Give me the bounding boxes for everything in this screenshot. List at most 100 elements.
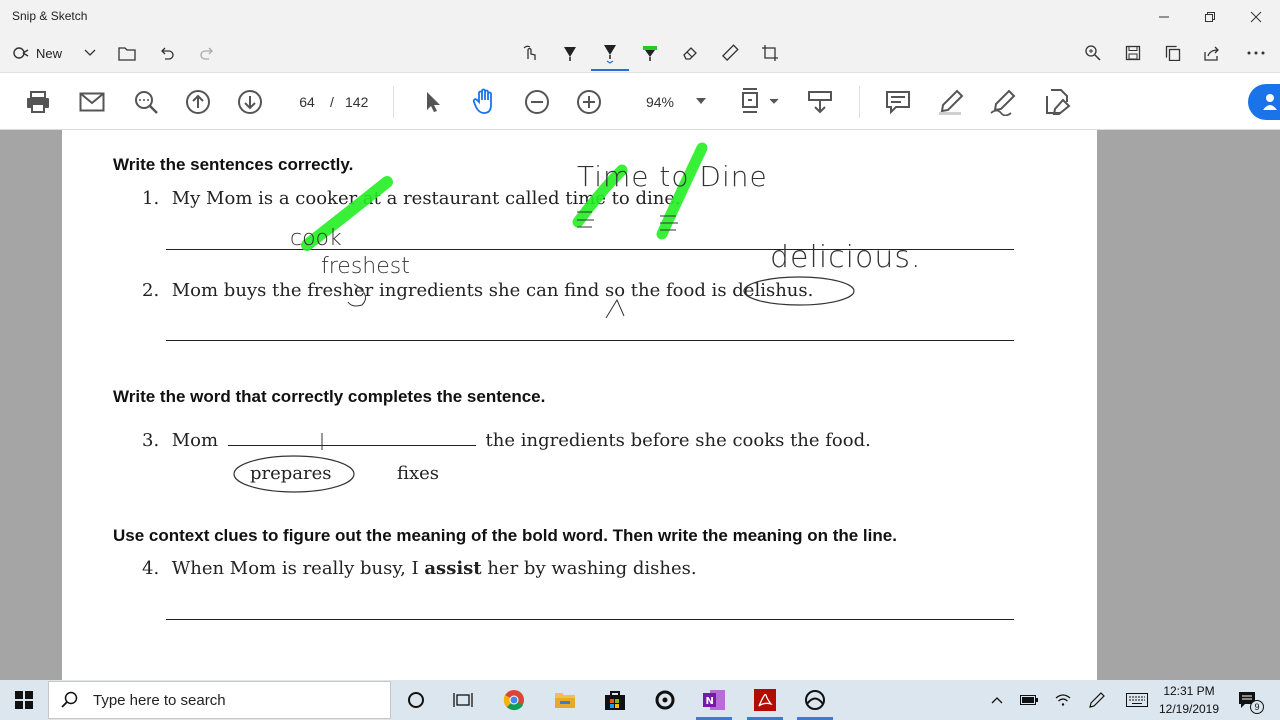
cursor-arrow-icon <box>427 92 440 112</box>
fit-page-button[interactable] <box>740 86 780 118</box>
find-button[interactable] <box>130 86 162 118</box>
taskbar-onenote[interactable]: N <box>694 684 734 716</box>
app-title: Snip & Sketch <box>12 9 88 23</box>
restore-icon <box>1205 11 1215 22</box>
copy-button[interactable] <box>1161 37 1185 69</box>
zoom-button[interactable] <box>1081 37 1105 69</box>
task-view-icon <box>453 693 473 707</box>
search-icon <box>135 91 158 114</box>
folder-icon <box>118 47 136 61</box>
zoom-out-button[interactable] <box>521 86 553 118</box>
account-button[interactable] <box>1248 84 1280 120</box>
crop-button[interactable] <box>758 37 782 69</box>
minimize-icon <box>1159 16 1169 17</box>
new-dropdown-button[interactable] <box>80 37 100 69</box>
keyboard-icon <box>1126 693 1148 707</box>
highlighter-button[interactable] <box>638 37 662 69</box>
onenote-icon: N <box>703 690 725 710</box>
share-button[interactable] <box>1200 37 1224 69</box>
new-snip-icon <box>13 47 29 59</box>
toolbar-divider <box>859 86 860 118</box>
tray-clock-date[interactable]: 12/19/2019 <box>1154 702 1224 716</box>
svg-text:N: N <box>706 696 714 707</box>
restore-button[interactable] <box>1187 0 1233 33</box>
zoom-dropdown-caret[interactable] <box>696 98 706 104</box>
tray-clock-time[interactable]: 12:31 PM <box>1154 684 1224 698</box>
action-center-button[interactable]: 9 <box>1230 684 1264 716</box>
hand-tool-button[interactable] <box>468 86 500 118</box>
email-button[interactable] <box>76 86 108 118</box>
minus-circle-icon <box>525 90 549 114</box>
handwriting-freshest: freshest <box>321 254 410 279</box>
comment-button[interactable] <box>882 86 914 118</box>
ruler-button[interactable] <box>718 37 742 69</box>
store-bag-icon <box>605 691 625 710</box>
snip-sketch-icon <box>805 690 825 710</box>
eraser-button[interactable] <box>678 37 702 69</box>
pen-workspace-icon <box>1089 692 1105 708</box>
taskbar-chrome[interactable] <box>494 684 534 716</box>
undo-button[interactable] <box>155 37 179 69</box>
page-separator: / <box>330 94 334 110</box>
worksheet-page: Write the sentences correctly. 1. My Mom… <box>62 130 1097 680</box>
scroll-mode-button[interactable] <box>804 86 836 118</box>
cortana-icon <box>408 692 424 708</box>
pencil-button[interactable] <box>598 37 622 69</box>
toolbar-divider <box>393 86 394 118</box>
new-snip-button[interactable]: New <box>12 37 62 69</box>
comment-icon <box>886 91 910 115</box>
taskbar-app-circle[interactable] <box>645 684 685 716</box>
page-total: 142 <box>345 94 369 110</box>
more-icon <box>1247 51 1265 55</box>
taskbar-file-explorer[interactable] <box>545 684 585 716</box>
close-icon <box>1250 11 1262 22</box>
edit-pdf-button[interactable] <box>1040 86 1072 118</box>
highlight-pen-icon <box>939 89 964 115</box>
edit-pdf-icon <box>1046 89 1071 115</box>
copy-icon <box>1165 45 1181 61</box>
next-page-button[interactable] <box>234 86 266 118</box>
select-tool-button[interactable] <box>416 86 448 118</box>
taskbar-search-box[interactable]: Type here to search <box>48 681 391 719</box>
page-number-input[interactable]: 64 <box>287 91 327 113</box>
acrobat-icon <box>754 689 776 711</box>
cortana-button[interactable] <box>396 684 436 716</box>
insert-caret <box>605 298 625 319</box>
draw-button[interactable] <box>987 86 1019 118</box>
acrobat-toolbar: 64 / 142 94% <box>0 74 1280 130</box>
pencil-icon <box>604 45 616 64</box>
close-button[interactable] <box>1233 0 1279 33</box>
tray-pen[interactable] <box>1077 684 1117 716</box>
ballpoint-pen-icon <box>564 47 576 61</box>
printer-icon <box>27 91 49 113</box>
print-button[interactable] <box>22 86 54 118</box>
redo-icon <box>200 47 213 60</box>
highlight-text-button[interactable] <box>935 86 967 118</box>
more-options-button[interactable] <box>1244 37 1268 69</box>
taskbar-snip-sketch[interactable] <box>795 684 835 716</box>
battery-icon <box>1020 695 1038 705</box>
taskbar-store[interactable] <box>595 684 635 716</box>
ballpoint-pen-button[interactable] <box>558 37 582 69</box>
tray-keyboard[interactable] <box>1117 684 1157 716</box>
taskbar-acrobat[interactable] <box>745 684 785 716</box>
search-icon <box>61 691 78 708</box>
arrow-down-circle-icon <box>238 90 262 114</box>
redo-button[interactable] <box>195 37 219 69</box>
ink-annotations <box>233 142 855 493</box>
notification-badge: 9 <box>1250 700 1264 714</box>
eraser-icon <box>683 47 697 60</box>
mail-icon <box>79 92 105 112</box>
open-file-button[interactable] <box>115 37 139 69</box>
start-button[interactable] <box>0 680 48 720</box>
scroll-mode-icon <box>808 91 832 114</box>
minimize-button[interactable] <box>1141 0 1187 33</box>
zoom-level-select[interactable]: 94% <box>630 91 690 113</box>
crop-icon <box>762 45 778 61</box>
touch-writing-button[interactable] <box>518 37 542 69</box>
zoom-in-button[interactable] <box>573 86 605 118</box>
fit-page-icon <box>742 88 779 113</box>
previous-page-button[interactable] <box>182 86 214 118</box>
task-view-button[interactable] <box>443 684 483 716</box>
save-button[interactable] <box>1121 37 1145 69</box>
